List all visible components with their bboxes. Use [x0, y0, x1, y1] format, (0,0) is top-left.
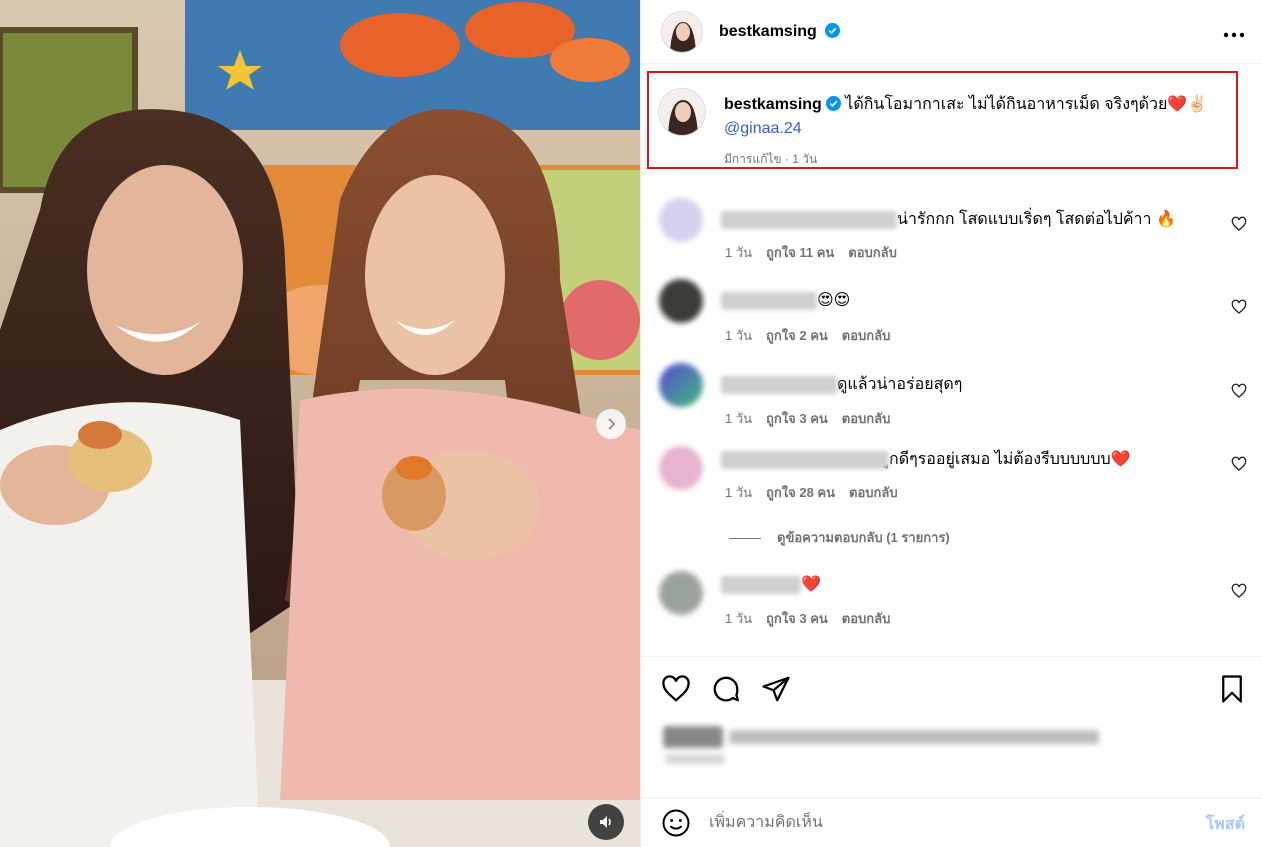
verified-badge-icon: [825, 22, 841, 38]
speaker-icon: [600, 816, 611, 828]
carousel-dot: [334, 826, 340, 832]
carousel-dot: [298, 826, 304, 832]
commenter-avatar[interactable]: [659, 198, 703, 242]
carousel-dot: [202, 826, 208, 832]
more-options-button[interactable]: [1223, 22, 1245, 42]
author-avatar[interactable]: [661, 10, 703, 53]
commenter-avatar[interactable]: [659, 571, 703, 615]
commenter-avatar[interactable]: [659, 363, 703, 407]
divider: [729, 538, 761, 540]
mute-toggle-button[interactable]: [588, 804, 624, 840]
heart-icon[interactable]: [1231, 299, 1247, 315]
reply-button[interactable]: ตอบกลับ: [849, 485, 898, 500]
commenter-name[interactable]: [721, 576, 801, 594]
liked-by-summary[interactable]: [659, 722, 1099, 764]
comment-likes[interactable]: ถูกใจ 28 คน: [766, 485, 835, 500]
caption-avatar[interactable]: [658, 88, 706, 136]
comment-input[interactable]: [709, 810, 1179, 836]
comments-list[interactable]: น่ารักกก โสดแบบเริ่ดๆ โสดต่อไปค้าา 🔥 1 ว…: [641, 178, 1262, 656]
commenter-name[interactable]: [721, 211, 897, 229]
liker-avatars: [663, 726, 723, 748]
comment-time: 1 วัน: [725, 485, 753, 500]
carousel-dot: [310, 826, 316, 832]
verified-badge-icon: [825, 96, 841, 111]
comment-text: น่ารักกก โสดแบบเริ่ดๆ โสดต่อไปค้าา 🔥: [897, 211, 1176, 228]
caption-mention-link[interactable]: @ginaa.24: [724, 120, 802, 137]
video-frame: [0, 0, 640, 847]
caption-username[interactable]: bestkamsing: [724, 96, 822, 113]
more-options-icon: [1223, 32, 1245, 38]
commenter-name[interactable]: [721, 376, 837, 394]
view-replies-label: ดูข้อความตอบกลับ (1 รายการ): [777, 530, 950, 545]
caption-highlight-box: bestkamsing ได้กินโอมากาเสะ ไม่ได้กินอาห…: [647, 71, 1238, 169]
carousel-indicator: [190, 826, 340, 832]
reply-button[interactable]: ตอบกลับ: [842, 328, 891, 343]
carousel-dot: [238, 826, 244, 832]
share-icon[interactable]: [761, 674, 791, 704]
carousel-dot: [250, 826, 256, 832]
caption-text: bestkamsing ได้กินโอมากาเสะ ไม่ได้กินอาห…: [724, 93, 1229, 141]
carousel-dot: [274, 826, 280, 832]
heart-icon[interactable]: [1231, 456, 1247, 472]
comment-composer: โพสต์: [641, 797, 1262, 847]
caption-body: ได้กินโอมากาเสะ ไม่ได้กินอาหารเม็ด จริงๆ…: [845, 96, 1208, 113]
carousel-dot: [226, 826, 232, 832]
post-media[interactable]: [0, 0, 640, 847]
reply-button[interactable]: ตอบกลับ: [848, 245, 897, 260]
author-username[interactable]: bestkamsing: [719, 23, 817, 40]
emoji-icon[interactable]: [661, 808, 691, 838]
commenter-avatar[interactable]: [659, 279, 703, 323]
heart-icon[interactable]: [1231, 583, 1247, 599]
carousel-dot: [190, 826, 196, 832]
comment-text: ดูแล้วน่าอร่อยสุดๆ: [837, 376, 963, 393]
commenter-name[interactable]: [721, 451, 889, 469]
commenter-avatar[interactable]: [659, 446, 703, 490]
heart-icon[interactable]: [1231, 216, 1247, 232]
comment-likes[interactable]: ถูกใจ 11 คน: [766, 245, 834, 260]
carousel-dot: [262, 826, 268, 832]
chevron-right-icon: [608, 418, 616, 430]
comment-likes[interactable]: ถูกใจ 2 คน: [766, 328, 828, 343]
carousel-dot: [214, 826, 220, 832]
post-date: [665, 754, 725, 764]
carousel-next-button[interactable]: [596, 409, 626, 439]
commenter-name[interactable]: [721, 292, 817, 310]
bookmark-icon[interactable]: [1217, 674, 1247, 704]
comment-time: 1 วัน: [725, 611, 753, 626]
post-actions-bar: [641, 656, 1262, 722]
liked-by-text: [729, 730, 1099, 744]
reply-button[interactable]: ตอบกลับ: [842, 411, 891, 426]
carousel-dot: [286, 826, 292, 832]
post-details-panel: bestkamsing bestkamsing ได้กินโอมากาเสะ …: [640, 0, 1262, 847]
comment-icon[interactable]: [711, 674, 741, 704]
comment-likes[interactable]: ถูกใจ 3 คน: [766, 411, 828, 426]
comment-text: 😍😍: [817, 292, 851, 309]
post-header: bestkamsing: [641, 0, 1262, 64]
comment-time: 1 วัน: [725, 328, 753, 343]
comment-time: 1 วัน: [725, 411, 753, 426]
caption-meta: มีการแก้ไข · 1 วัน: [724, 152, 818, 166]
comment-text: ูกดีๆรออยู่เสมอ ไม่ต้องรีบบบบบบ❤️: [889, 451, 1131, 468]
heart-icon[interactable]: [661, 674, 691, 704]
view-replies-button[interactable]: ดูข้อความตอบกลับ (1 รายการ): [729, 527, 950, 548]
carousel-dot: [322, 826, 328, 832]
post-comment-button[interactable]: โพสต์: [1206, 812, 1245, 837]
heart-icon[interactable]: [1231, 383, 1247, 399]
reply-button[interactable]: ตอบกลับ: [842, 611, 891, 626]
comment-text: ❤️: [801, 576, 821, 593]
comment-likes[interactable]: ถูกใจ 3 คน: [766, 611, 828, 626]
comment-time: 1 วัน: [725, 245, 753, 260]
